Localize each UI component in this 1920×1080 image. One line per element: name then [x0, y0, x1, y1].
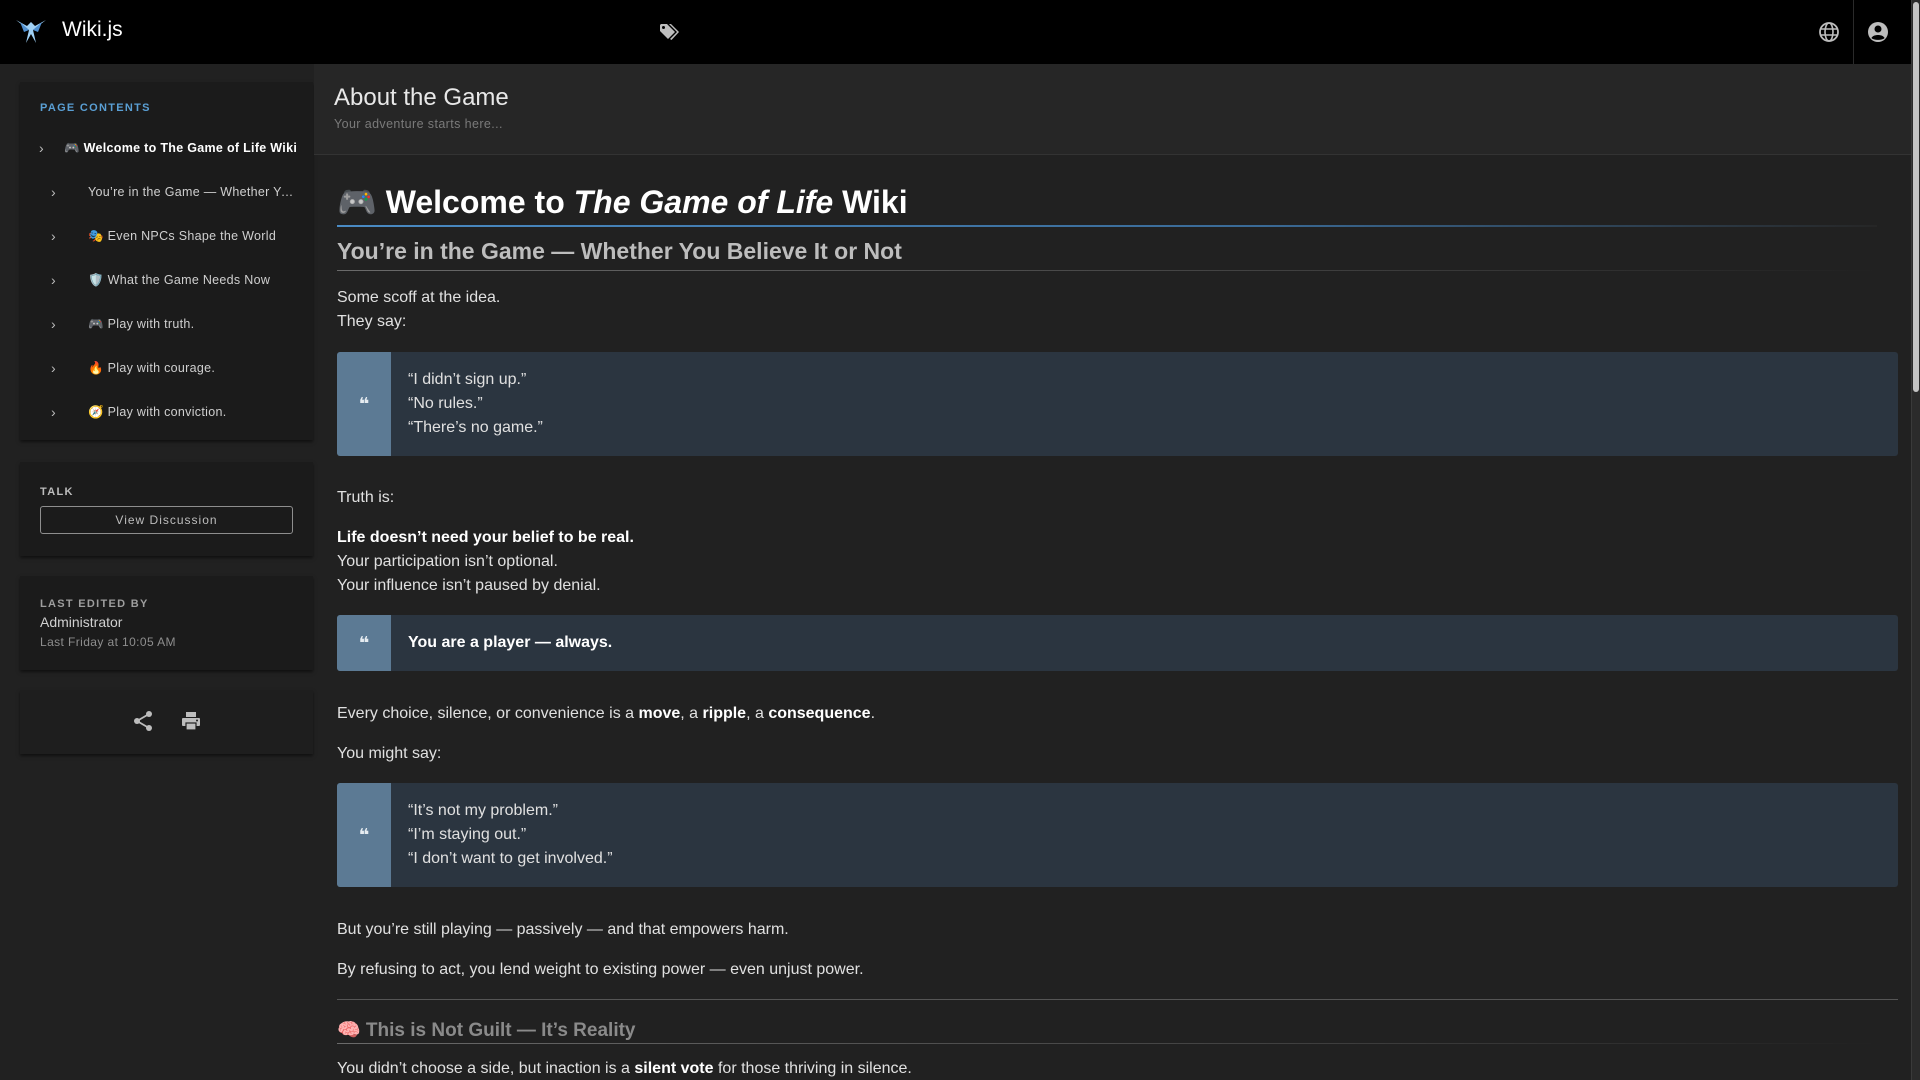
toc-item-label: 🔥 Play with courage. [88, 360, 216, 375]
toc-item[interactable]: › 🛡️ What the Game Needs Now [20, 260, 313, 300]
paragraph: But you’re still playing — passively — a… [337, 921, 789, 938]
paragraph: You might say: [337, 745, 442, 762]
print-icon[interactable] [178, 708, 204, 734]
quote-line: “I’m staying out.” [408, 826, 527, 843]
account-circle-icon[interactable] [1862, 16, 1894, 48]
quote-line: “I didn’t sign up.” [408, 371, 527, 388]
quote-line: “It’s not my problem.” [408, 802, 558, 819]
paragraph: Every choice, silence, or convenience is… [337, 705, 876, 722]
toc-item[interactable]: › 🎮 Welcome to The Game of Life Wiki [20, 128, 313, 168]
page-actions-card [20, 690, 313, 754]
paragraph: Life doesn’t need your belief to be real… [337, 529, 634, 594]
sidebar: PAGE CONTENTS › 🎮 Welcome to The Game of… [0, 64, 314, 1080]
quote-line: “I don’t want to get involved.” [408, 850, 613, 867]
toc-item[interactable]: › 🔥 Play with courage. [20, 348, 313, 388]
paragraph: You didn’t choose a side, but inaction i… [337, 1060, 912, 1077]
chevron-right-icon: › [51, 272, 56, 288]
heading-underline [337, 1043, 1877, 1044]
horizontal-rule [337, 999, 1898, 1000]
quote-icon: ❝ [337, 352, 391, 456]
content-heading-2: You’re in the Game — Whether You Believe… [337, 238, 902, 264]
chevron-right-icon: › [51, 184, 56, 200]
paragraph: Some scoff at the idea. They say: [337, 289, 501, 330]
app-title[interactable]: Wiki.js [62, 18, 123, 42]
view-discussion-button[interactable]: View Discussion [40, 506, 293, 534]
paragraph: Truth is: [337, 489, 395, 506]
page-title: About the Game [334, 84, 509, 111]
toc-item[interactable]: › 🧭 Play with conviction. [20, 392, 313, 432]
toc-item-label: 🧭 Play with conviction. [88, 404, 227, 419]
page-header: About the Game Your adventure starts her… [314, 64, 1911, 155]
wikijs-logo-icon[interactable] [14, 16, 48, 46]
quote-line: “There’s no game.” [408, 419, 543, 436]
toc-heading: PAGE CONTENTS [40, 102, 151, 114]
toolbar-divider [1853, 0, 1854, 64]
heading-underline [337, 225, 1877, 227]
toc-item-label: 🎮 Play with truth. [88, 316, 195, 331]
chevron-right-icon: › [51, 316, 56, 332]
blockquote: ❝ “I didn’t sign up.” “No rules.” “There… [337, 352, 1898, 456]
toc-item[interactable]: › 🎭 Even NPCs Shape the World [20, 216, 313, 256]
editor-name: Administrator [40, 614, 123, 630]
toc-item[interactable]: › You’re in the Game — Whether You Belie… [20, 172, 313, 212]
toc-item-label: 🛡️ What the Game Needs Now [88, 272, 271, 287]
toc-item-label: 🎮 Welcome to The Game of Life Wiki [64, 140, 298, 155]
toc-item-label: You’re in the Game — Whether You Believe… [88, 185, 298, 199]
last-edited-card: LAST EDITED BY Administrator Last Friday… [20, 576, 313, 670]
quote-icon: ❝ [337, 615, 391, 671]
chevron-right-icon: › [51, 228, 56, 244]
page-scrollbar[interactable] [1911, 0, 1920, 1080]
last-edited-heading: LAST EDITED BY [40, 598, 149, 610]
chevron-right-icon: › [39, 140, 44, 156]
toc-card: PAGE CONTENTS › 🎮 Welcome to The Game of… [20, 82, 313, 440]
talk-heading: TALK [40, 486, 74, 498]
quote-line: You are a player — always. [408, 634, 613, 651]
page-content: 🎮 Welcome to The Game of Life Wiki You’r… [337, 155, 1899, 1080]
blockquote: ❝ You are a player — always. [337, 615, 1898, 671]
blockquote: ❝ “It’s not my problem.” “I’m staying ou… [337, 783, 1898, 887]
chevron-right-icon: › [51, 404, 56, 420]
quote-line: “No rules.” [408, 395, 483, 412]
share-icon[interactable] [130, 708, 156, 734]
globe-icon[interactable] [1813, 16, 1845, 48]
talk-card: TALK View Discussion [20, 462, 313, 556]
chevron-right-icon: › [51, 360, 56, 376]
top-bar: Wiki.js [0, 0, 1911, 64]
quote-icon: ❝ [337, 783, 391, 887]
content-heading-1: 🎮 Welcome to The Game of Life Wiki [337, 184, 908, 220]
page-subtitle: Your adventure starts here... [334, 117, 503, 131]
edit-date: Last Friday at 10:05 AM [40, 635, 176, 649]
toc-item[interactable]: › 🎮 Play with truth. [20, 304, 313, 344]
tags-icon[interactable] [656, 16, 684, 48]
heading-underline [337, 270, 1877, 271]
paragraph: By refusing to act, you lend weight to e… [337, 961, 864, 978]
scrollbar-thumb[interactable] [1913, 2, 1919, 392]
toc-item-label: 🎭 Even NPCs Shape the World [88, 228, 277, 243]
content-heading-2: 🧠 This is Not Guilt — It’s Reality [337, 1020, 636, 1041]
